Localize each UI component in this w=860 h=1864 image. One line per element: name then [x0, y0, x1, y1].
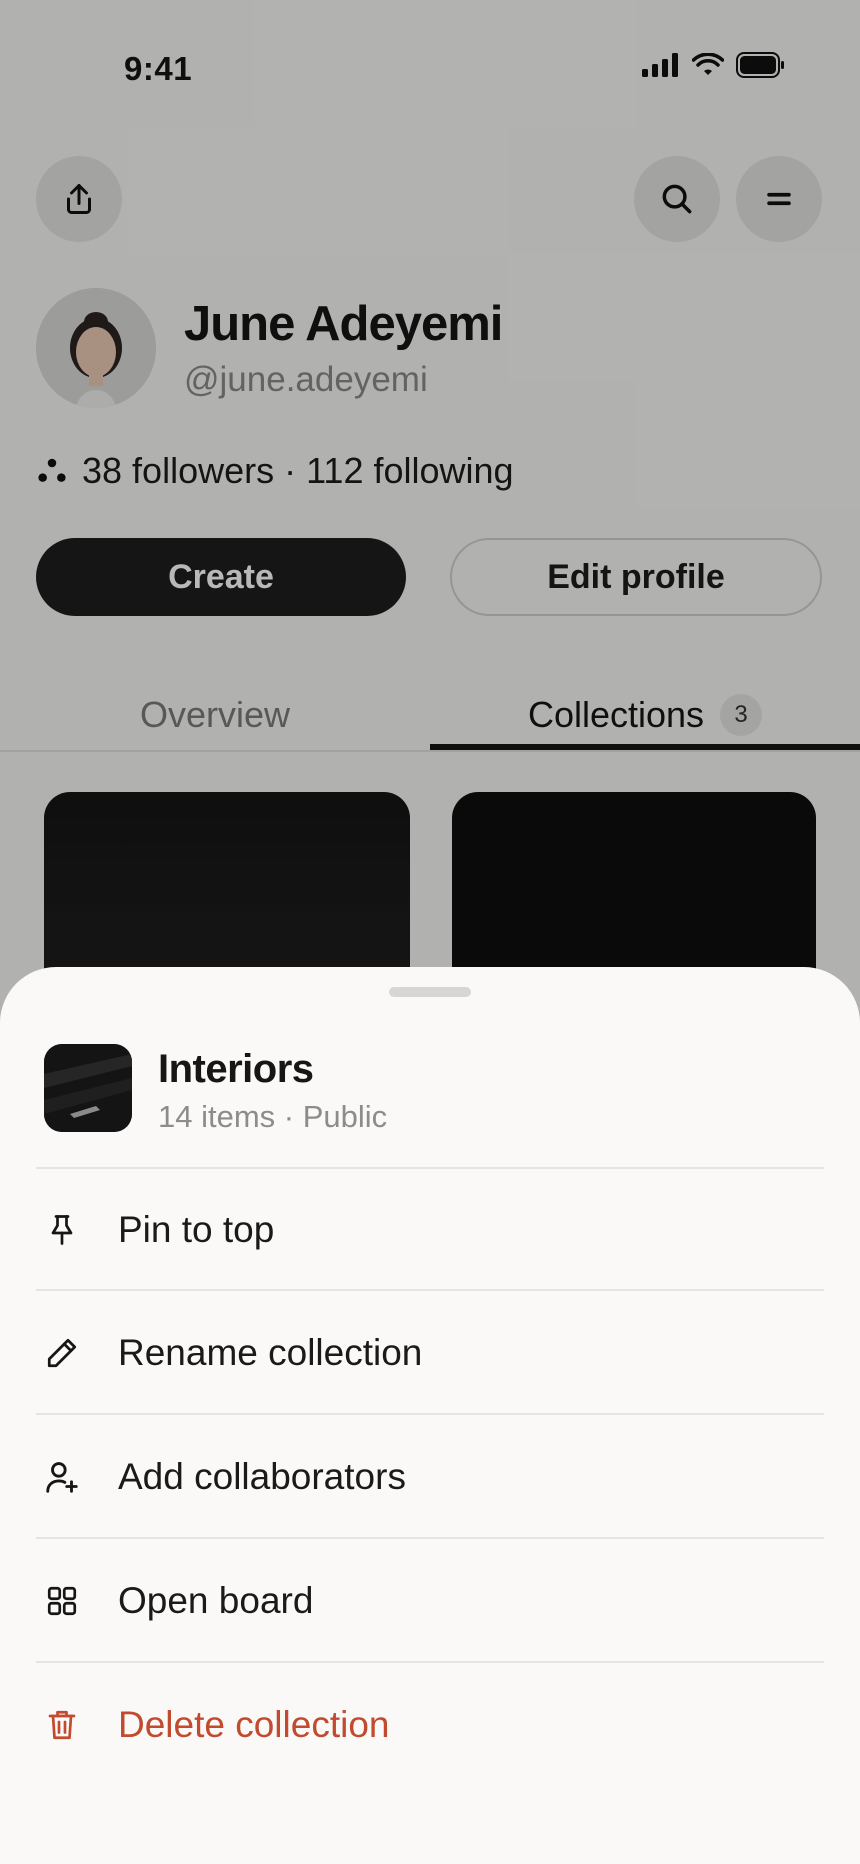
sheet-grabber[interactable]	[389, 987, 471, 997]
menu-item-label: Open board	[118, 1580, 314, 1621]
collection-thumbnail	[44, 1044, 132, 1132]
trash-icon	[36, 1699, 88, 1751]
menu-item-label: Rename collection	[118, 1332, 423, 1373]
menu-item-pin-to-top[interactable]: Pin to top	[36, 1168, 824, 1292]
user-plus-icon	[36, 1451, 88, 1503]
pencil-icon	[36, 1327, 88, 1379]
menu-item-rename-collection[interactable]: Rename collection	[36, 1291, 824, 1415]
menu-item-add-collaborators[interactable]: Add collaborators	[36, 1415, 824, 1539]
sheet-title: Interiors	[158, 1047, 314, 1091]
pin-icon	[36, 1204, 88, 1256]
menu-item-label: Delete collection	[118, 1704, 390, 1745]
menu-item-delete-collection[interactable]: Delete collection	[36, 1663, 824, 1787]
menu-item-label: Pin to top	[118, 1209, 275, 1250]
menu-item-open-board[interactable]: Open board	[36, 1539, 824, 1663]
menu-item-label: Add collaborators	[118, 1456, 406, 1497]
collection-options-sheet: Interiors 14 items · Public Pin to top R…	[0, 967, 860, 1864]
grid-icon	[36, 1575, 88, 1627]
sheet-subtitle: 14 items · Public	[158, 1099, 388, 1134]
